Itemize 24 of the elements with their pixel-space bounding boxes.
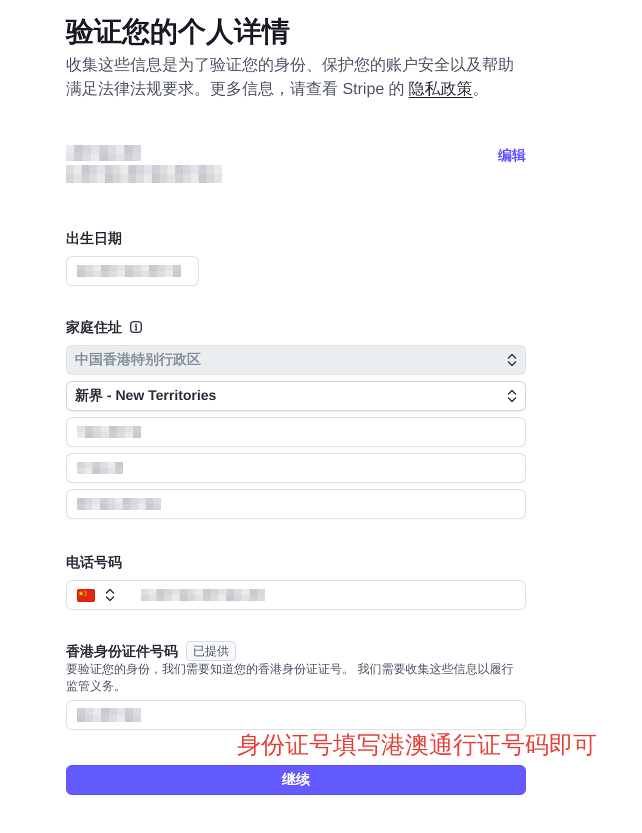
field-label: 电话号码 <box>66 553 122 572</box>
status-badge: 已提供 <box>186 641 236 661</box>
address-field[interactable] <box>66 417 526 447</box>
edit-link[interactable]: 编辑 <box>498 146 526 164</box>
field-description: 要验证您的身份，我们需要知道您的香港身份证证号。 我们需要收集这些信息以履行监管义务。 <box>66 661 514 695</box>
chevron-up-down-icon <box>105 588 115 602</box>
chevron-up-down-icon <box>507 353 517 367</box>
select-dropdown[interactable]: 新界 - New Territories <box>66 381 526 411</box>
birth-date-field[interactable] <box>66 256 199 286</box>
address-field[interactable] <box>66 453 526 483</box>
field-label: 家庭住址 <box>66 318 122 337</box>
address-field[interactable] <box>66 489 526 519</box>
page-heading: 验证您的个人详情 <box>66 15 291 49</box>
field-label: 香港身份证件号码 <box>66 642 178 661</box>
info-icon <box>130 321 142 333</box>
annotation-text: 身份证号填写港澳通行证号码即可 <box>237 732 597 760</box>
privacy-policy-link[interactable]: 隐私政策 <box>408 81 473 98</box>
continue-button[interactable]: 继续 <box>66 765 526 795</box>
flag-icon <box>77 588 95 602</box>
intro-text: 收集这些信息是为了验证您的身份、保护您的账户安全以及帮助满足法律法规要求。更多信息，请查看 Stripe 的 隐私政策。 <box>66 56 515 100</box>
chevron-up-down-icon <box>507 389 517 403</box>
id-number-field[interactable] <box>66 700 526 730</box>
field-label: 出生日期 <box>66 229 122 248</box>
phone-field[interactable] <box>66 580 526 610</box>
